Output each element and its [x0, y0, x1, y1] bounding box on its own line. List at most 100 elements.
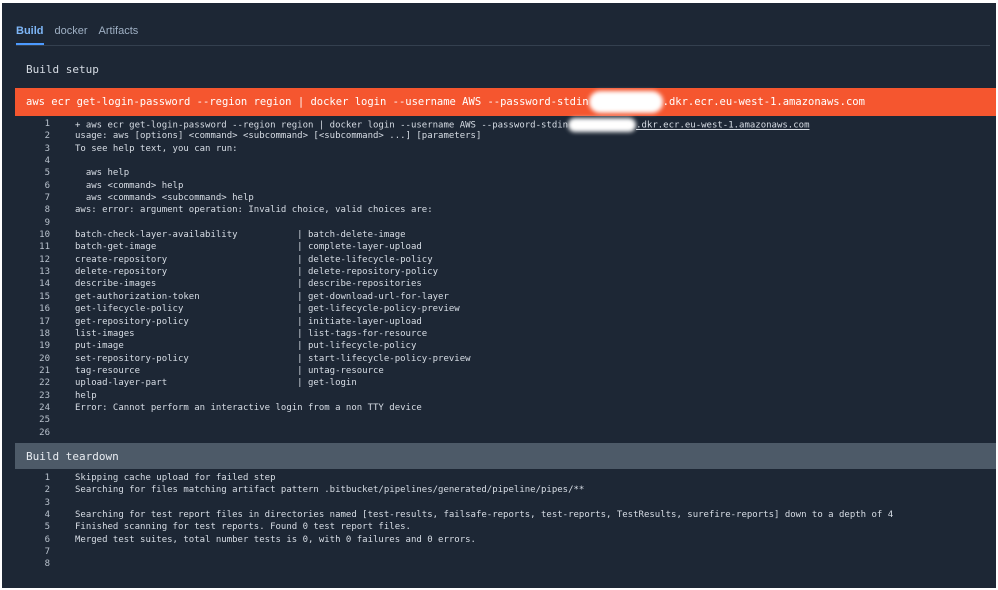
log-text: usage: aws [options] <command> <subcomma… — [75, 130, 481, 142]
redacted-account-id — [588, 91, 663, 113]
log-text: batch-check-layer-availability | batch-d… — [75, 229, 406, 241]
line-number[interactable]: 8 — [30, 558, 50, 570]
line-number[interactable]: 1 — [30, 118, 50, 130]
log-line: 26 — [15, 427, 996, 439]
build-teardown-header[interactable]: Build teardown — [15, 443, 996, 469]
line-number[interactable]: 16 — [30, 303, 50, 315]
tab-divider — [16, 45, 990, 46]
line-number[interactable]: 14 — [30, 278, 50, 290]
tab-artifacts[interactable]: Artifacts — [99, 25, 139, 45]
log-line: 6 aws <command> help — [15, 180, 996, 192]
line-number[interactable]: 3 — [30, 497, 50, 509]
build-setup-title: Build setup — [26, 63, 99, 76]
line-number[interactable]: 1 — [30, 472, 50, 484]
log-text-content: Skipping cache upload for failed step — [75, 473, 276, 483]
line-number[interactable]: 18 — [30, 328, 50, 340]
line-number[interactable]: 12 — [30, 254, 50, 266]
log-text-content: + aws ecr get-login-password --region re… — [75, 120, 569, 131]
log-text-content: To see help text, you can run: — [75, 143, 238, 154]
log-text-content: upload-layer-part | get-login — [75, 378, 357, 389]
log-text: aws <command> <subcommand> help — [75, 192, 254, 204]
log-text: Finished scanning for test reports. Foun… — [75, 521, 411, 533]
tab-docker[interactable]: docker — [55, 25, 88, 45]
failed-command-banner[interactable]: aws ecr get-login-password --region regi… — [15, 88, 996, 116]
log-line: 12 create-repository | delete-lifecycle-p… — [15, 254, 996, 266]
log-line: 11 batch-get-image | complete-layer-uploa… — [15, 241, 996, 253]
registry-link[interactable]: .dkr.ecr.eu-west-1.amazonaws.com — [636, 121, 809, 131]
log-line: 7 aws <command> <subcommand> help — [15, 192, 996, 204]
log-text: put-image | put-lifecycle-policy — [75, 340, 416, 352]
build-log: 1 + aws ecr get-login-password --region r… — [15, 118, 996, 439]
log-text-content: aws help — [75, 168, 130, 179]
log-line: 3 To see help text, you can run: — [15, 143, 996, 155]
log-line: 3 — [15, 497, 996, 509]
line-number[interactable]: 13 — [30, 266, 50, 278]
line-number[interactable]: 20 — [30, 353, 50, 365]
line-number[interactable]: 4 — [30, 155, 50, 167]
line-number[interactable]: 5 — [30, 521, 50, 533]
log-text: Error: Cannot perform an interactive log… — [75, 402, 422, 414]
log-text: describe-images | describe-repositories — [75, 278, 422, 290]
log-line: 5 aws help — [15, 167, 996, 179]
log-text: tag-resource | untag-resource — [75, 365, 384, 377]
log-text-content: get-repository-policy | initiate-layer-u… — [75, 316, 422, 327]
log-line: 20 set-repository-policy | start-lifecycl… — [15, 353, 996, 365]
log-text-content: help — [75, 390, 97, 401]
line-number[interactable]: 2 — [30, 130, 50, 142]
log-text-content: Searching for test report files in direc… — [75, 510, 894, 521]
log-text: get-lifecycle-policy | get-lifecycle-pol… — [75, 303, 460, 315]
log-line: 5 Finished scanning for test reports. Fou… — [15, 521, 996, 533]
log-text-content: Searching for files matching artifact pa… — [75, 485, 585, 496]
log-text-content: Error: Cannot perform an interactive log… — [75, 402, 422, 413]
line-number[interactable]: 21 — [30, 365, 50, 377]
line-number[interactable]: 4 — [30, 509, 50, 521]
log-text: help — [75, 390, 97, 402]
log-text: To see help text, you can run: — [75, 143, 238, 155]
log-line: 1 + aws ecr get-login-password --region r… — [15, 118, 996, 132]
log-line: 4 — [15, 155, 996, 167]
log-text: upload-layer-part | get-login — [75, 377, 357, 389]
line-number[interactable]: 24 — [30, 402, 50, 414]
log-line: 8 — [15, 558, 996, 570]
line-number[interactable]: 26 — [30, 427, 50, 439]
log-text: set-repository-policy | start-lifecycle-… — [75, 353, 471, 365]
log-text-content: usage: aws [options] <command> <subcomma… — [75, 131, 482, 142]
log-line: 19 put-image | put-lifecycle-policy — [15, 340, 996, 352]
line-number[interactable]: 11 — [30, 241, 50, 253]
log-text-content: Merged test suites, total number tests i… — [75, 534, 476, 545]
log-text: create-repository | delete-lifecycle-pol… — [75, 254, 433, 266]
line-number[interactable]: 8 — [30, 204, 50, 216]
line-number[interactable]: 19 — [30, 340, 50, 352]
line-number[interactable]: 25 — [30, 414, 50, 426]
tab-bar: Build docker Artifacts — [16, 25, 138, 45]
log-line: 10 batch-check-layer-availability | batch… — [15, 229, 996, 241]
line-number[interactable]: 5 — [30, 167, 50, 179]
log-text: aws <command> help — [75, 180, 184, 192]
log-text-content: batch-get-image | complete-layer-upload — [75, 242, 422, 253]
log-line: 2 usage: aws [options] <command> <subcomm… — [15, 130, 996, 142]
line-number[interactable]: 7 — [30, 192, 50, 204]
tab-build[interactable]: Build — [16, 25, 44, 45]
line-number[interactable]: 22 — [30, 377, 50, 389]
line-number[interactable]: 17 — [30, 316, 50, 328]
log-line: 16 get-lifecycle-policy | get-lifecycle-p… — [15, 303, 996, 315]
log-line: 1 Skipping cache upload for failed step — [15, 472, 996, 484]
log-text-content: aws: error: argument operation: Invalid … — [75, 205, 433, 216]
log-line: 18 list-images | list-tags-for-resource — [15, 328, 996, 340]
log-line: 15 get-authorization-token | get-download… — [15, 291, 996, 303]
line-number[interactable]: 6 — [30, 534, 50, 546]
line-number[interactable]: 7 — [30, 546, 50, 558]
line-number[interactable]: 15 — [30, 291, 50, 303]
line-number[interactable]: 10 — [30, 229, 50, 241]
log-text: Searching for files matching artifact pa… — [75, 484, 584, 496]
log-text-content: describe-images | describe-repositories — [75, 279, 422, 290]
log-text-content: get-authorization-token | get-download-u… — [75, 291, 449, 302]
line-number[interactable]: 9 — [30, 217, 50, 229]
line-number[interactable]: 3 — [30, 143, 50, 155]
log-text-content: create-repository | delete-lifecycle-pol… — [75, 254, 433, 265]
log-text: Searching for test report files in direc… — [75, 509, 893, 521]
line-number[interactable]: 23 — [30, 390, 50, 402]
line-number[interactable]: 2 — [30, 484, 50, 496]
build-teardown-title: Build teardown — [26, 449, 119, 463]
line-number[interactable]: 6 — [30, 180, 50, 192]
